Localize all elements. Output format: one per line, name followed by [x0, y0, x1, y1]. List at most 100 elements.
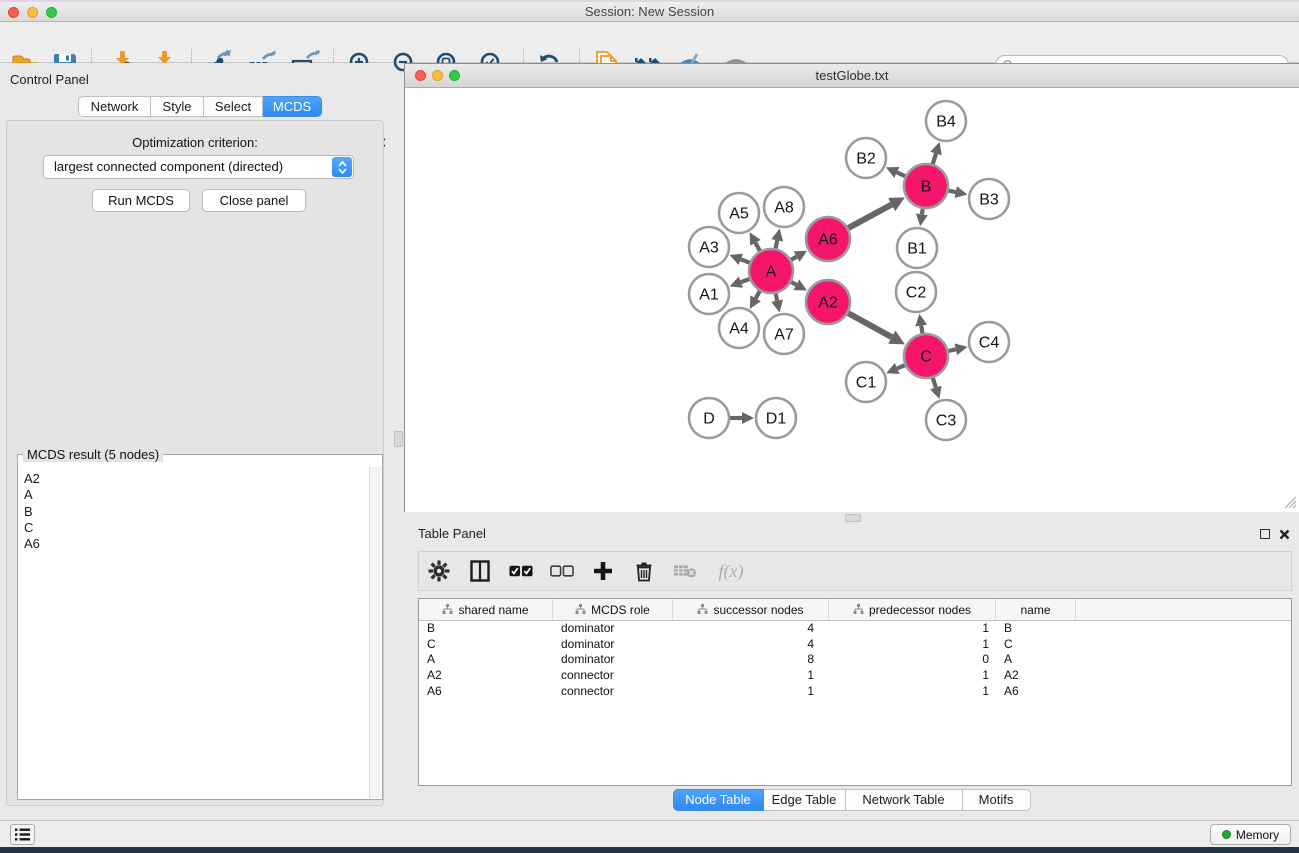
- graph-node-label: B4: [936, 114, 956, 131]
- graph-edge-B-B2: [897, 172, 905, 176]
- zoom-view-button[interactable]: [449, 70, 460, 81]
- task-history-button[interactable]: [10, 824, 35, 845]
- mcds-result-scrollbar[interactable]: [369, 467, 381, 798]
- table-cell: 1: [829, 684, 996, 700]
- graph-node-label: C3: [936, 413, 957, 430]
- table-row[interactable]: A6connector11A6: [419, 684, 1291, 700]
- graph-edge-A6-B: [848, 205, 891, 229]
- arrowhead-icon: [915, 314, 927, 327]
- tab-mcds[interactable]: MCDS: [263, 96, 322, 117]
- graph-node-label: A1: [699, 287, 719, 304]
- arrowhead-icon: [954, 186, 967, 198]
- graph-node-label: D: [703, 411, 715, 428]
- settings-button[interactable]: [427, 559, 451, 583]
- node-table-body: Bdominator41BCdominator41CAdominator80AA…: [419, 621, 1291, 699]
- graph-node-label: B2: [856, 151, 876, 168]
- table-row[interactable]: Bdominator41B: [419, 621, 1291, 637]
- mcds-result-item[interactable]: C: [24, 520, 368, 536]
- arrowhead-icon: [771, 299, 783, 312]
- tab-style[interactable]: Style: [151, 96, 204, 117]
- graph-edge-C-C3: [933, 378, 936, 388]
- function-builder-button[interactable]: f(x): [714, 559, 748, 583]
- float-panel-icon[interactable]: [1260, 529, 1270, 539]
- table-cell: dominator: [553, 652, 673, 668]
- graph-node-label: B: [921, 179, 932, 196]
- column-header-name[interactable]: name: [996, 599, 1076, 620]
- deselect-all-rows-button[interactable]: [550, 559, 574, 583]
- tab-select[interactable]: Select: [204, 96, 263, 117]
- graph-edge-B-B4: [933, 153, 936, 164]
- panel-divider-grip[interactable]: [845, 514, 861, 522]
- table-cell: 4: [673, 637, 829, 653]
- node-table-header: shared nameMCDS rolesuccessor nodesprede…: [419, 599, 1291, 621]
- fx-icon: f(x): [719, 561, 744, 582]
- table-cell: dominator: [553, 621, 673, 637]
- table-cell: 1: [829, 637, 996, 653]
- close-panel-icon[interactable]: [1279, 529, 1290, 540]
- column-header-MCDS-role[interactable]: MCDS role: [553, 599, 673, 620]
- mcds-result-item[interactable]: A: [24, 487, 368, 503]
- graph-edge-C-C4: [948, 349, 955, 351]
- network-view-title: testGlobe.txt: [816, 68, 889, 83]
- show-hide-columns-button[interactable]: [468, 559, 492, 583]
- table-cell: 1: [673, 668, 829, 684]
- select-all-rows-button[interactable]: [509, 559, 533, 583]
- graph-node-label: C1: [856, 375, 877, 392]
- add-column-button[interactable]: [591, 559, 615, 583]
- tab-network[interactable]: Network: [78, 96, 151, 117]
- mcds-result-item[interactable]: B: [24, 504, 368, 520]
- graph-node-label: A: [766, 264, 777, 281]
- criterion-dropdown[interactable]: largest connected component (directed): [43, 155, 354, 179]
- delete-column-button[interactable]: [632, 559, 656, 583]
- columns-icon: [470, 560, 490, 582]
- arrowhead-icon: [916, 213, 928, 226]
- minimize-window-button[interactable]: [27, 7, 38, 18]
- table-cell: 0: [829, 652, 996, 668]
- graph-node-label: C2: [906, 285, 927, 302]
- table-cell: C: [996, 637, 1076, 653]
- delete-table-button[interactable]: [673, 559, 697, 583]
- network-window-controls: [415, 70, 460, 81]
- table-row[interactable]: A2connector11A2: [419, 668, 1291, 684]
- graph-edge-A-A1: [741, 279, 750, 282]
- mcds-result-list[interactable]: A2ABCA6: [19, 467, 368, 798]
- mcds-tab-content: Optimization criterion: largest connecte…: [6, 120, 384, 806]
- arrowhead-icon: [930, 142, 941, 155]
- table-row[interactable]: Adominator80A: [419, 652, 1291, 668]
- zoom-window-button[interactable]: [46, 7, 57, 18]
- window-controls: [8, 7, 57, 18]
- memory-button[interactable]: Memory: [1210, 824, 1291, 845]
- tab-edge-table[interactable]: Edge Table: [764, 789, 846, 811]
- deselect-all-icon: [550, 565, 574, 577]
- run-mcds-button[interactable]: Run MCDS: [92, 189, 190, 212]
- graph-edge-C-C2: [921, 326, 922, 334]
- tab-node-table[interactable]: Node Table: [673, 789, 764, 811]
- network-window-titlebar[interactable]: testGlobe.txt: [405, 64, 1299, 88]
- network-canvas[interactable]: AA1A2A3A4A5A6A7A8BB1B2B3B4CC1C2C3C4DD1: [405, 89, 1299, 512]
- mcds-result-item[interactable]: A2: [24, 471, 368, 487]
- tab-motifs[interactable]: Motifs: [963, 789, 1031, 811]
- tab-network-table[interactable]: Network Table: [846, 789, 963, 811]
- resize-grip-icon[interactable]: [1284, 496, 1297, 509]
- trash-icon: [635, 561, 653, 582]
- table-panel-tabs: Node TableEdge TableNetwork TableMotifs: [673, 789, 1031, 811]
- table-cell: connector: [553, 668, 673, 684]
- node-table: shared nameMCDS rolesuccessor nodesprede…: [418, 598, 1292, 786]
- minimize-view-button[interactable]: [432, 70, 443, 81]
- table-row[interactable]: Cdominator41C: [419, 637, 1291, 653]
- cytoscape-app: { "titlebar": { "title": "Session: New S…: [0, 0, 1299, 853]
- select-all-icon: [509, 565, 533, 577]
- app-titlebar[interactable]: Session: New Session: [0, 2, 1299, 22]
- panel-divider-grip[interactable]: [394, 431, 403, 447]
- close-window-button[interactable]: [8, 7, 19, 18]
- session-title: Session: New Session: [585, 4, 714, 19]
- table-cell: A6: [996, 684, 1076, 700]
- arrowhead-icon: [742, 412, 754, 424]
- close-view-button[interactable]: [415, 70, 426, 81]
- close-panel-button[interactable]: Close panel: [202, 189, 306, 212]
- column-header-predecessor-nodes[interactable]: predecessor nodes: [829, 599, 996, 620]
- graph-edge-A-A5: [755, 243, 759, 251]
- mcds-result-item[interactable]: A6: [24, 536, 368, 552]
- column-header-shared-name[interactable]: shared name: [419, 599, 553, 620]
- column-header-successor-nodes[interactable]: successor nodes: [673, 599, 829, 620]
